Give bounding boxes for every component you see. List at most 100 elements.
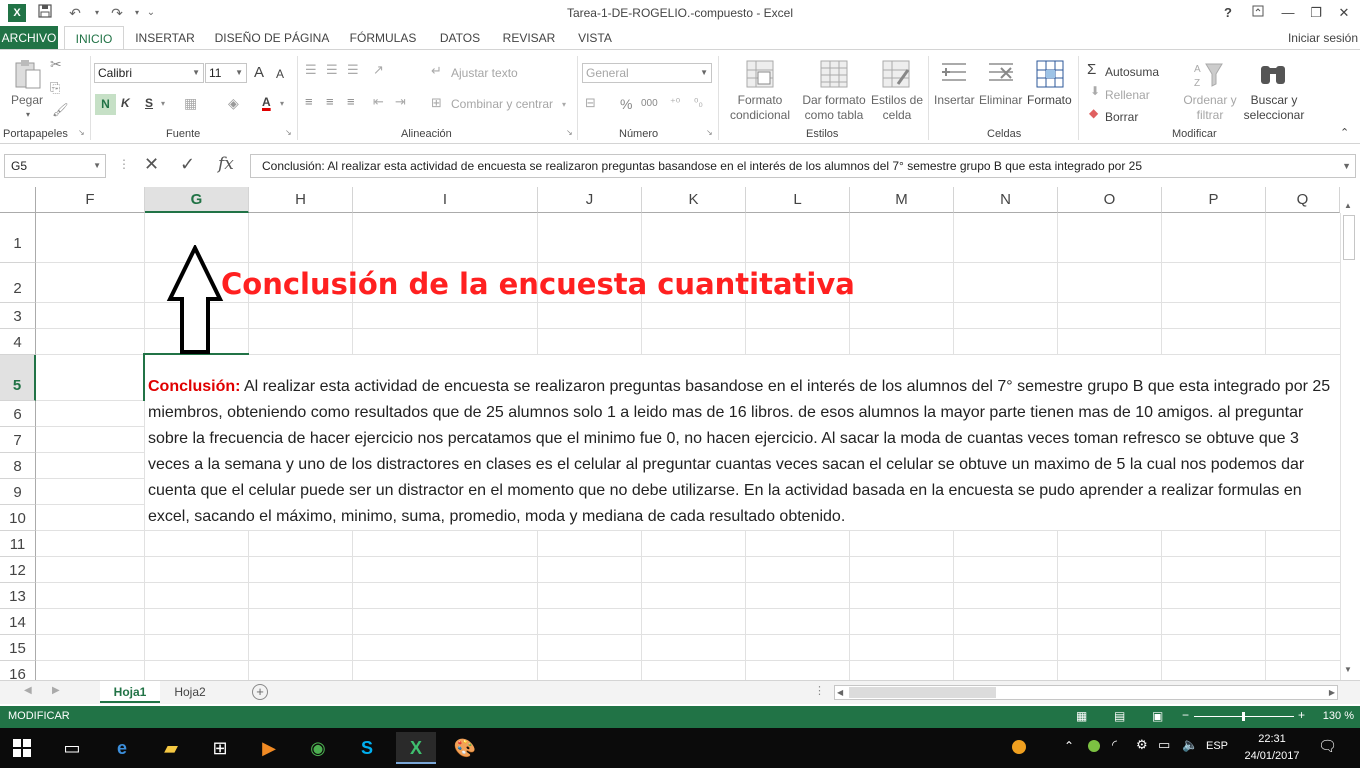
number-format-combo[interactable]: General ▼ [582, 63, 712, 83]
help-button[interactable]: ? [1214, 3, 1242, 23]
underline-dropdown-icon[interactable]: ▾ [161, 99, 165, 108]
alignment-launcher-icon[interactable]: ↘ [566, 128, 573, 137]
tab-formulas[interactable]: FÓRMULAS [344, 26, 422, 50]
column-header-l[interactable]: L [746, 187, 850, 213]
tab-insertar[interactable]: INSERTAR [132, 26, 198, 50]
font-launcher-icon[interactable]: ↘ [285, 128, 292, 137]
normal-view-icon[interactable]: ▦ [1076, 709, 1087, 723]
zoom-slider-thumb[interactable] [1242, 712, 1245, 721]
autosum-button[interactable]: Autosuma [1105, 65, 1159, 79]
decrease-decimal-icon[interactable]: ⁰₀ [694, 96, 703, 109]
row-header-1[interactable]: 1 [0, 213, 36, 263]
skype-icon[interactable]: S [347, 732, 387, 764]
format-painter-icon[interactable]: 🖌 [52, 102, 69, 118]
align-middle-icon[interactable]: ☰ [326, 62, 338, 78]
clipboard-launcher-icon[interactable]: ↘ [78, 128, 85, 137]
increase-decimal-icon[interactable]: ⁺⁰ [670, 96, 680, 109]
bold-button[interactable]: N [95, 94, 116, 115]
format-as-table-icon[interactable] [818, 58, 850, 90]
language-indicator[interactable]: ESP [1206, 740, 1228, 752]
row-header-4[interactable]: 4 [0, 329, 36, 355]
clear-button[interactable]: Borrar [1105, 110, 1138, 124]
scroll-right-icon[interactable]: ▶ [1329, 686, 1335, 699]
zoom-level[interactable]: 130 % [1323, 710, 1354, 722]
align-left-icon[interactable]: ≡ [305, 94, 313, 109]
store-icon[interactable]: ⊞ [200, 732, 240, 764]
cell-styles-button[interactable]: Estilos de celda [868, 93, 926, 123]
task-view-icon[interactable]: ▭ [52, 732, 92, 764]
tray-chevron-icon[interactable]: ⌃ [1064, 739, 1074, 753]
tray-settings-icon[interactable]: ⚙ [1136, 737, 1148, 753]
collapse-ribbon-icon[interactable]: ⌃ [1340, 126, 1349, 139]
row-header-8[interactable]: 8 [0, 453, 36, 479]
worksheet-grid[interactable]: F G H I J K L M N O P Q 1 2 3 4 5 6 7 8 … [0, 187, 1360, 680]
paint-icon[interactable]: 🎨 [445, 732, 485, 764]
column-header-g[interactable]: G [145, 187, 249, 213]
add-sheet-button[interactable]: + [252, 684, 268, 700]
enter-icon[interactable]: ✓ [180, 154, 195, 175]
select-all-corner[interactable] [0, 187, 36, 213]
media-player-icon[interactable]: ▶ [249, 732, 289, 764]
column-header-n[interactable]: N [954, 187, 1058, 213]
tab-archivo[interactable]: ARCHIVO [0, 26, 58, 50]
find-select-button[interactable]: Buscar y seleccionar [1238, 93, 1310, 123]
column-header-h[interactable]: H [249, 187, 353, 213]
expand-formula-icon[interactable]: ▼ [1342, 155, 1351, 177]
decrease-indent-icon[interactable]: ⇤ [373, 94, 384, 110]
row-header-14[interactable]: 14 [0, 609, 36, 635]
fill-color-icon[interactable]: ◈ [228, 95, 239, 112]
wifi-icon[interactable]: ◜ [1112, 737, 1117, 753]
insert-function-icon[interactable]: fx [218, 154, 234, 174]
tray-app-icon[interactable] [1012, 740, 1026, 754]
wrap-text-button[interactable]: Ajustar texto [451, 66, 518, 80]
number-launcher-icon[interactable]: ↘ [706, 128, 713, 137]
sheet-tab-hoja1[interactable]: Hoja1 [100, 681, 160, 703]
up-arrow-shape[interactable] [166, 245, 224, 355]
eraser-icon[interactable]: ◆ [1089, 106, 1098, 120]
font-color-dropdown-icon[interactable]: ▾ [280, 99, 284, 108]
edge-browser-icon[interactable]: e [102, 732, 142, 764]
cell-styles-icon[interactable] [880, 58, 912, 90]
row-header-5[interactable]: 5 [0, 355, 36, 401]
autosum-icon[interactable]: Σ [1087, 61, 1096, 78]
scroll-down-icon[interactable]: ▼ [1344, 665, 1352, 674]
paste-icon[interactable] [12, 58, 44, 90]
merge-center-icon[interactable]: ⊞ [431, 95, 442, 111]
minimize-icon[interactable]: — [1274, 3, 1302, 23]
horizontal-scroll-thumb[interactable] [849, 687, 996, 698]
row-header-9[interactable]: 9 [0, 479, 36, 505]
chrome-icon[interactable]: ◉ [298, 732, 338, 764]
column-header-f[interactable]: F [36, 187, 145, 213]
close-icon[interactable]: ✕ [1330, 3, 1358, 23]
row-header-11[interactable]: 11 [0, 531, 36, 557]
format-cells-icon[interactable] [1034, 58, 1066, 90]
vertical-scroll-thumb[interactable] [1343, 215, 1355, 260]
tab-split-grip-icon[interactable]: ⋮ [814, 684, 825, 697]
copy-icon[interactable]: ⎘ [50, 80, 60, 96]
column-header-p[interactable]: P [1162, 187, 1266, 213]
vertical-scrollbar[interactable]: ▲ ▼ [1340, 201, 1357, 680]
merge-dropdown-icon[interactable]: ▾ [562, 100, 566, 109]
align-right-icon[interactable]: ≡ [347, 94, 355, 109]
column-header-j[interactable]: J [538, 187, 642, 213]
font-color-icon[interactable]: A [262, 95, 271, 109]
zoom-out-icon[interactable]: − [1182, 708, 1189, 722]
font-size-combo[interactable]: 11 ▼ [205, 63, 247, 83]
format-cells-button[interactable]: Formato [1027, 93, 1072, 107]
borders-icon[interactable]: ▦ [184, 95, 197, 112]
name-box[interactable]: G5 ▼ [4, 154, 106, 178]
column-header-o[interactable]: O [1058, 187, 1162, 213]
tab-revisar[interactable]: REVISAR [498, 26, 560, 50]
cut-icon[interactable]: ✂ [50, 56, 62, 73]
merge-center-button[interactable]: Combinar y centrar [451, 97, 553, 111]
tab-diseno-pagina[interactable]: DISEÑO DE PÁGINA [212, 26, 332, 50]
scroll-up-icon[interactable]: ▲ [1344, 201, 1352, 210]
row-header-2[interactable]: 2 [0, 263, 36, 303]
formula-input[interactable]: Conclusión: Al realizar esta actividad d… [250, 154, 1356, 178]
row-header-7[interactable]: 7 [0, 427, 36, 453]
fill-button[interactable]: Rellenar [1105, 88, 1150, 102]
row-header-13[interactable]: 13 [0, 583, 36, 609]
underline-button[interactable]: S [145, 96, 153, 110]
tab-datos[interactable]: DATOS [434, 26, 486, 50]
shrink-font-button[interactable]: A [276, 67, 284, 81]
